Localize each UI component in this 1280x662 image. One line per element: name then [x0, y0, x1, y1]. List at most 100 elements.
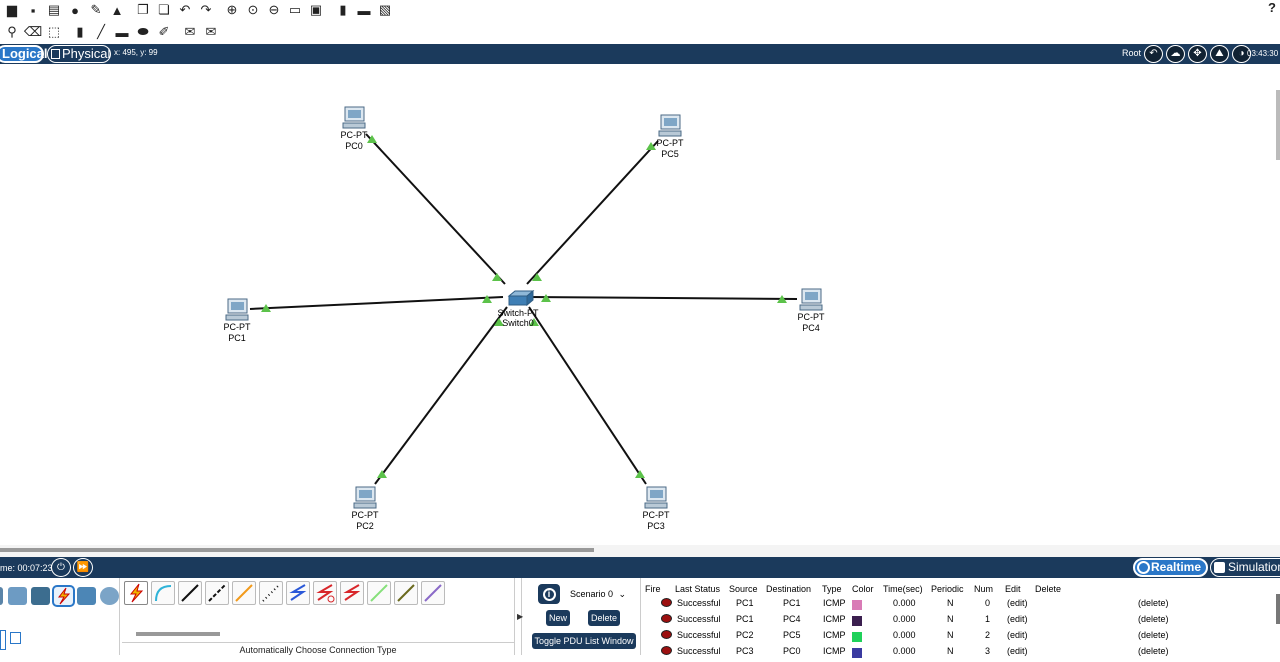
- scenario-info-icon[interactable]: i: [538, 584, 560, 604]
- zoom-out-icon[interactable]: ⊖: [266, 2, 282, 18]
- realtime-mode-button[interactable]: Realtime: [1133, 558, 1208, 577]
- edit-link[interactable]: (edit): [1007, 614, 1028, 624]
- subcategory-scroll[interactable]: [0, 630, 6, 650]
- col-destination: Destination: [766, 584, 812, 594]
- edit-link[interactable]: (edit): [1007, 630, 1028, 640]
- fire-icon[interactable]: [661, 646, 672, 655]
- device-pc2[interactable]: PC-PT PC2: [335, 486, 395, 532]
- end-devices-icon[interactable]: [8, 587, 27, 605]
- components-icon[interactable]: [31, 587, 50, 605]
- connection-types: Automatically Choose Connection Type: [122, 578, 514, 655]
- link-pc2-switch0: [374, 306, 508, 485]
- zoom-reset-icon[interactable]: ⊙: [245, 2, 261, 18]
- periodic: N: [947, 598, 954, 608]
- elapsed-time: me: 00:07:23: [0, 563, 53, 573]
- fast-forward-icon[interactable]: ⏩: [73, 558, 93, 577]
- tab-logical[interactable]: Logical: [0, 45, 48, 63]
- device-pc0[interactable]: PC-PT PC0: [324, 106, 384, 152]
- col-delete: Delete: [1035, 584, 1062, 594]
- color-swatch: [852, 616, 862, 626]
- table-row: Successful PC1 PC4 ICMP 0.000 N 1 (edit)…: [641, 614, 1280, 630]
- color-swatch: [852, 600, 862, 610]
- iot-custom-cable-icon[interactable]: [394, 581, 418, 605]
- inspect-icon[interactable]: ⚲: [4, 24, 20, 40]
- miscellaneous-icon[interactable]: [77, 587, 96, 605]
- usb-cable-icon[interactable]: [421, 581, 445, 605]
- device-switch0[interactable]: Switch-PT Switch0: [488, 289, 548, 328]
- delete-link[interactable]: (delete): [1138, 630, 1169, 640]
- notes-icon[interactable]: ▮: [335, 2, 351, 18]
- draw-rectangle-icon[interactable]: ▬: [114, 24, 130, 40]
- resize-shape-icon[interactable]: ⬚: [46, 24, 62, 40]
- device-pc3[interactable]: PC-PT PC3: [626, 486, 686, 532]
- save-icon[interactable]: ▪: [25, 2, 41, 18]
- device-type: PC-PT: [656, 138, 684, 148]
- zoom-in-icon[interactable]: ⊕: [224, 2, 240, 18]
- device-type: PC-PT: [642, 510, 670, 520]
- connections-category-icon[interactable]: [52, 585, 75, 607]
- background-image-icon[interactable]: ⛰: [1210, 45, 1229, 63]
- delete-link[interactable]: (delete): [1138, 614, 1169, 624]
- console-cable-icon[interactable]: [151, 581, 175, 605]
- simple-pdu-icon[interactable]: ✉: [182, 24, 198, 40]
- serial-dte-icon[interactable]: [340, 581, 364, 605]
- multiuser-icon[interactable]: [100, 587, 119, 605]
- copy-icon[interactable]: ❐: [135, 2, 151, 18]
- simulation-mode-button[interactable]: Simulation: [1210, 558, 1280, 577]
- paste-icon[interactable]: ❏: [156, 2, 172, 18]
- event-list-scrollbar[interactable]: [1276, 594, 1280, 624]
- last-status: Successful: [677, 630, 721, 640]
- drawing-palette-icon[interactable]: ▭: [287, 2, 303, 18]
- fire-icon[interactable]: [661, 630, 672, 639]
- serial-dce-icon[interactable]: [313, 581, 337, 605]
- canvas-vertical-scrollbar[interactable]: [1276, 90, 1280, 160]
- draw-line-icon[interactable]: ╱: [93, 24, 109, 40]
- fire-icon[interactable]: [661, 598, 672, 607]
- tab-physical[interactable]: Physical: [47, 45, 111, 63]
- device-pc5[interactable]: PC-PT PC5: [640, 114, 700, 160]
- coaxial-icon[interactable]: [286, 581, 310, 605]
- network-info-icon[interactable]: ▲: [109, 2, 125, 18]
- place-note-icon[interactable]: ▮: [72, 24, 88, 40]
- scenario-select[interactable]: Scenario 0 ⌄: [566, 586, 630, 602]
- connections-subcategory-icon[interactable]: [10, 632, 21, 644]
- undo-icon[interactable]: ↶: [177, 2, 193, 18]
- edit-link[interactable]: (edit): [1007, 598, 1028, 608]
- col-last-status: Last Status: [675, 584, 721, 594]
- copper-straight-icon[interactable]: [178, 581, 202, 605]
- activity-wizard-icon[interactable]: ✎: [88, 2, 104, 18]
- image-icon[interactable]: ▧: [377, 2, 393, 18]
- logical-workspace[interactable]: PC-PT PC0 PC-PT PC5 PC-PT PC1 PC-PT PC4 …: [0, 64, 1280, 545]
- help-icon[interactable]: ?: [1268, 0, 1276, 15]
- complex-pdu-icon[interactable]: ✉: [203, 24, 219, 40]
- print-icon[interactable]: ▤: [46, 2, 62, 18]
- delete-scenario-button[interactable]: Delete: [588, 610, 620, 626]
- network-devices-icon[interactable]: [0, 587, 3, 605]
- periodic: N: [947, 630, 954, 640]
- info-icon[interactable]: ●: [67, 2, 83, 18]
- connection-scrollbar[interactable]: [136, 632, 220, 636]
- power-cycle-icon[interactable]: ⏻: [51, 558, 71, 577]
- freeform-icon[interactable]: ✐: [156, 24, 172, 40]
- move-icon[interactable]: ✥: [1188, 45, 1207, 63]
- new-scenario-button[interactable]: New: [546, 610, 570, 626]
- fiber-icon[interactable]: [232, 581, 256, 605]
- cluster-icon[interactable]: ☁: [1166, 45, 1185, 63]
- canvas-horizontal-scrollbar[interactable]: [0, 548, 594, 552]
- device-pc1[interactable]: PC-PT PC1: [207, 298, 267, 344]
- auto-connection-icon[interactable]: [124, 581, 148, 605]
- octal-icon[interactable]: [367, 581, 391, 605]
- fire-icon[interactable]: [661, 614, 672, 623]
- toggle-pdu-list-button[interactable]: Toggle PDU List Window: [532, 633, 636, 649]
- delete-link[interactable]: (delete): [1138, 598, 1169, 608]
- phone-cable-icon[interactable]: [259, 581, 283, 605]
- device-pc4[interactable]: PC-PT PC4: [781, 288, 841, 334]
- copper-cross-icon[interactable]: [205, 581, 229, 605]
- custom-device-icon[interactable]: ▣: [308, 2, 324, 18]
- open-icon[interactable]: ▆: [4, 2, 20, 18]
- back-icon[interactable]: ↶: [1144, 45, 1163, 63]
- viewport-icon[interactable]: ▬: [356, 2, 372, 18]
- delete-tool-icon[interactable]: ⌫: [24, 24, 42, 40]
- draw-ellipse-icon[interactable]: ⬬: [135, 24, 151, 40]
- redo-icon[interactable]: ↷: [198, 2, 214, 18]
